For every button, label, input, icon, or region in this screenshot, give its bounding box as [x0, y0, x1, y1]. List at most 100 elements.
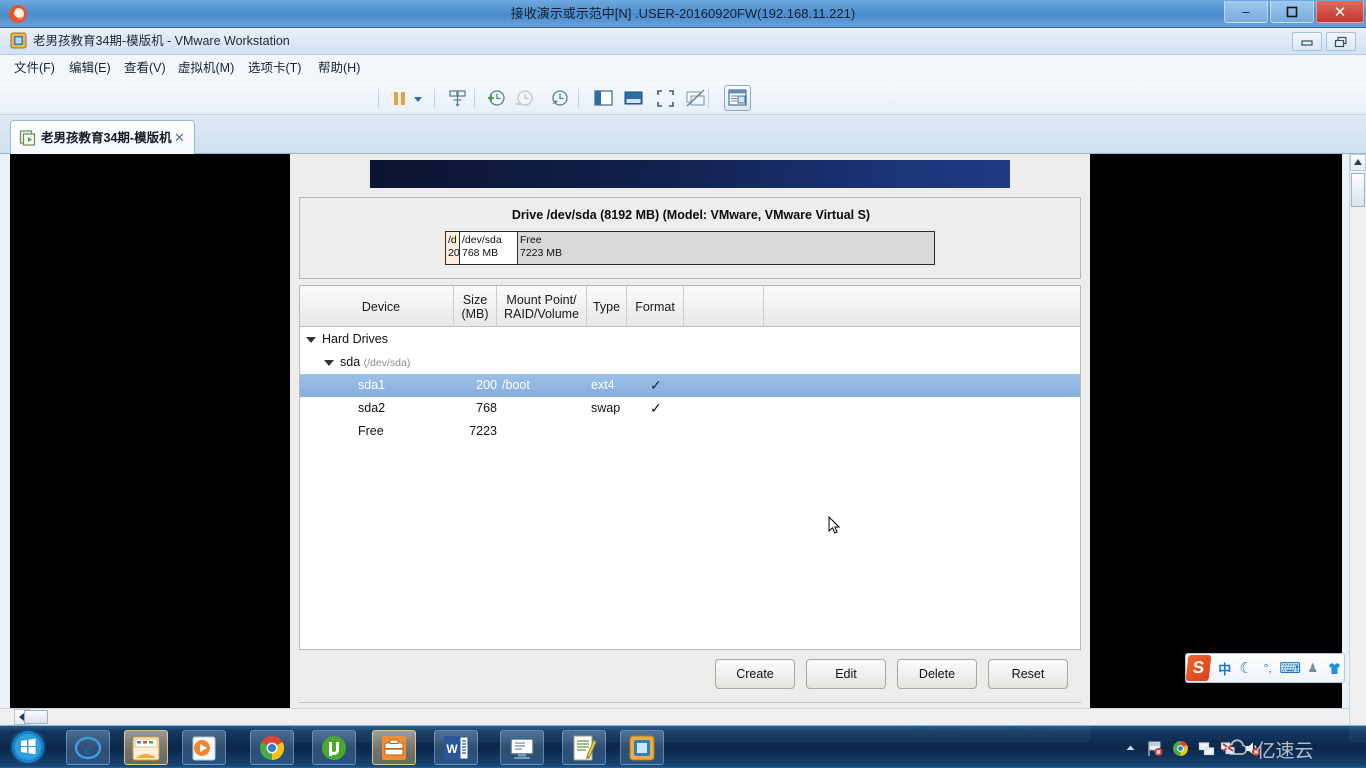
- vm-guest-viewport[interactable]: Drive /dev/sda (8192 MB) (Model: VMware,…: [10, 154, 1342, 742]
- menu-help[interactable]: 帮助(H): [311, 55, 367, 82]
- snapshot-manager-icon[interactable]: [446, 87, 469, 110]
- chinese-mode-icon[interactable]: 中: [1215, 657, 1234, 679]
- installer-banner: [370, 160, 1010, 188]
- scroll-up-button[interactable]: [1350, 154, 1366, 171]
- vmware-titlebar: 老男孩教育34期-模版机 - VMware Workstation: [0, 28, 1366, 55]
- taskbar-google-chrome[interactable]: [250, 730, 294, 765]
- horizontal-scroll-thumb[interactable]: [24, 710, 48, 724]
- soft-keyboard-icon[interactable]: ⌨: [1279, 657, 1301, 679]
- vmware-tabstrip: 老男孩教育34期-模版机 ✕: [0, 115, 1366, 154]
- taskbar-utorrent[interactable]: [312, 730, 356, 765]
- outer-maximize-button[interactable]: [1270, 1, 1314, 23]
- sogou-logo-icon[interactable]: S: [1185, 655, 1212, 681]
- drive-partition-bar[interactable]: /d 20 /dev/sda 768 MB Free 7223 MB: [445, 231, 935, 265]
- action-center-flag-icon[interactable]: [1146, 740, 1163, 757]
- column-header-mountpoint: Mount Point/RAID/Volume: [497, 286, 587, 327]
- column-header-device: Device: [309, 286, 454, 327]
- table-row-sda2[interactable]: sda2 768 swap ✓: [300, 397, 1080, 420]
- taskbar-file-explorer[interactable]: [124, 730, 168, 765]
- delete-button[interactable]: Delete: [897, 659, 977, 689]
- table-row-free[interactable]: Free 7223: [300, 420, 1080, 443]
- skin-icon[interactable]: [1325, 657, 1344, 679]
- vmware-app-icon: [10, 32, 27, 49]
- edit-button[interactable]: Edit: [806, 659, 886, 689]
- sogou-ime-toolbar[interactable]: S 中 ☾ °, ⌨ ♟: [1185, 653, 1345, 683]
- taskbar-microsoft-word[interactable]: W: [434, 730, 478, 765]
- close-icon: ✕: [1333, 3, 1347, 21]
- user-account-icon[interactable]: ♟: [1303, 657, 1322, 679]
- taskbar-text-editor[interactable]: [562, 730, 606, 765]
- column-header-size: Size (MB): [454, 286, 497, 327]
- text-editor-icon: [573, 735, 597, 761]
- outer-close-button[interactable]: ✕: [1316, 1, 1364, 23]
- screen-root: 接收演示或示范中[N] .USER-20160920FW(192.168.11.…: [0, 0, 1366, 768]
- start-button[interactable]: [2, 727, 54, 768]
- table-row-sda[interactable]: sda (/dev/sda): [300, 351, 1080, 374]
- console-view-button[interactable]: [724, 85, 751, 111]
- taskbar-toolbox[interactable]: [372, 730, 416, 765]
- show-hidden-icons-icon[interactable]: [1124, 742, 1137, 755]
- vm-vertical-scrollbar[interactable]: [1349, 154, 1366, 742]
- vm-tab-laonanhai[interactable]: 老男孩教育34期-模版机 ✕: [10, 120, 195, 154]
- unity-mode-icon[interactable]: [684, 87, 707, 110]
- partition-table[interactable]: Device Size (MB) Mount Point/RAID/Volume …: [299, 285, 1081, 650]
- vm-horizontal-scrollbar[interactable]: [0, 708, 1349, 725]
- vertical-scroll-thumb[interactable]: [1351, 173, 1365, 207]
- row-device-label: sda: [340, 355, 361, 369]
- row-type-cell: ext4: [591, 378, 615, 392]
- taskbar-vmware-workstation[interactable]: [620, 730, 664, 765]
- show-library-icon[interactable]: [592, 87, 615, 110]
- taskbar-internet-explorer[interactable]: e: [66, 730, 110, 765]
- segment-label: /d: [448, 234, 457, 246]
- drive-title: Drive /dev/sda (8192 MB) (Model: VMware,…: [511, 208, 871, 222]
- vmware-workstation-window: 老男孩教育34期-模版机 - VMware Workstation 文件(F) …: [0, 28, 1366, 742]
- halfmoon-icon[interactable]: ☾: [1236, 657, 1255, 679]
- menu-edit[interactable]: 编辑(E): [62, 55, 118, 82]
- take-snapshot-icon[interactable]: [484, 87, 507, 110]
- pause-vm-icon[interactable]: [388, 87, 411, 110]
- punctuation-icon[interactable]: °,: [1258, 657, 1277, 679]
- row-mountpoint-cell: /boot: [502, 378, 530, 392]
- chevron-up-icon: [1354, 159, 1362, 165]
- taskbar-media-player[interactable]: [182, 730, 226, 765]
- partition-segment-swap[interactable]: /dev/sda 768 MB: [460, 232, 518, 264]
- outer-minimize-button[interactable]: –: [1224, 1, 1268, 23]
- partition-table-header: Device Size (MB) Mount Point/RAID/Volume …: [300, 286, 1080, 327]
- table-row-hard-drives[interactable]: Hard Drives: [300, 328, 1080, 351]
- row-device-cell: sda2: [358, 401, 386, 415]
- create-button[interactable]: Create: [715, 659, 795, 689]
- table-row-sda1[interactable]: sda1 200 /boot ext4 ✓: [300, 374, 1080, 397]
- menu-vm[interactable]: 虚拟机(M): [171, 55, 241, 82]
- pause-dropdown-chevron-down-icon[interactable]: [410, 87, 426, 110]
- vmware-minimize-button[interactable]: [1292, 32, 1322, 51]
- reset-button[interactable]: Reset: [988, 659, 1068, 689]
- mouse-pointer-icon: [828, 516, 840, 534]
- toolbox-icon: [382, 736, 406, 760]
- menu-file[interactable]: 文件(F): [7, 55, 62, 82]
- row-size-cell: 768: [476, 401, 497, 415]
- fullscreen-icon[interactable]: [654, 87, 677, 110]
- row-device-cell: sda1: [358, 378, 386, 392]
- row-format-checkmark-icon: ✓: [650, 400, 662, 416]
- partition-segment-boot[interactable]: /d 20: [446, 232, 460, 264]
- show-thumbnail-bar-icon[interactable]: [622, 87, 645, 110]
- segment-size: 7223 MB: [520, 247, 563, 259]
- restore-icon: [1327, 33, 1355, 50]
- menu-view[interactable]: 查看(V): [117, 55, 173, 82]
- menu-tabs[interactable]: 选项卡(T): [241, 55, 308, 82]
- utorrent-icon: [322, 736, 346, 760]
- expander-triangle-down-icon[interactable]: [324, 359, 334, 366]
- vmware-restore-button[interactable]: [1326, 32, 1356, 51]
- column-header-mount-line1: Mount Point/: [506, 292, 577, 307]
- column-header-format: Format: [627, 286, 684, 327]
- partition-segment-free[interactable]: Free 7223 MB: [518, 232, 934, 264]
- revert-snapshot-icon[interactable]: [512, 87, 535, 110]
- vm-tab-close-icon[interactable]: ✕: [172, 130, 187, 145]
- expander-triangle-down-icon[interactable]: [306, 336, 316, 343]
- taskbar-remote-desktop[interactable]: [500, 730, 544, 765]
- remote-session-titlebar: 接收演示或示范中[N] .USER-20160920FW(192.168.11.…: [0, 0, 1366, 28]
- vm-tab-icon: [19, 130, 36, 146]
- manage-snapshots-icon[interactable]: [548, 87, 571, 110]
- partition-action-buttons: Create Edit Delete Reset: [299, 659, 1081, 699]
- segment-label: Free: [520, 234, 542, 246]
